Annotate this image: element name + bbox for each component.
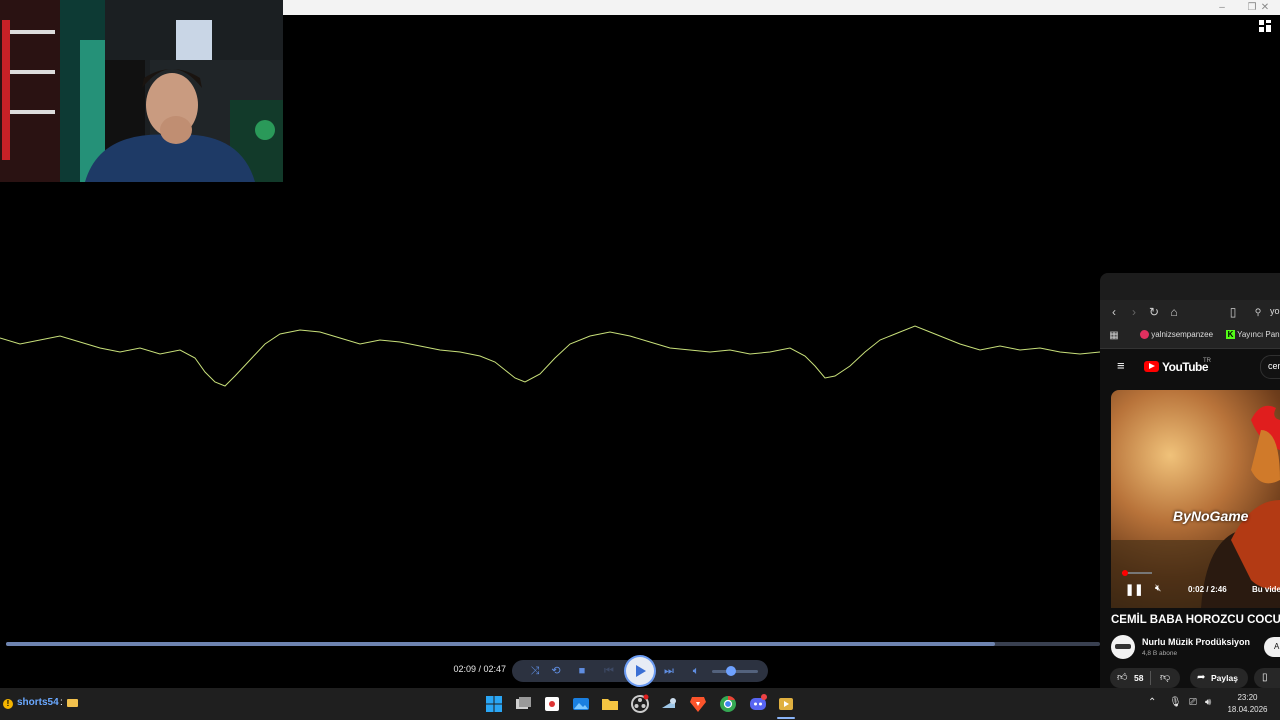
photos-icon[interactable] <box>571 694 591 714</box>
region-code: TR <box>1203 358 1211 364</box>
share-label: Paylaş <box>1211 673 1238 683</box>
video-actions: 👍︎ 58 👎︎ ➦ Paylaş ▯ <box>1110 668 1280 688</box>
home-icon[interactable]: ⌂ <box>1166 304 1182 320</box>
volume-slider-knob[interactable] <box>726 666 736 676</box>
speaker-icon[interactable]: 🔊︎ <box>1205 697 1211 708</box>
address-bar[interactable]: yo <box>1270 306 1280 316</box>
video-frame <box>1111 405 1280 608</box>
share-button[interactable]: ➦ Paylaş <box>1190 668 1248 688</box>
steam-icon[interactable] <box>659 694 679 714</box>
snipping-tool-icon[interactable] <box>542 694 562 714</box>
like-count: 58 <box>1134 673 1144 683</box>
clock-date[interactable]: 18.04.2026 <box>1225 705 1270 714</box>
brave-icon[interactable] <box>688 694 708 714</box>
video-overlay-text: Bu video <box>1252 585 1280 594</box>
task-view-icon[interactable] <box>513 694 533 714</box>
stop-icon[interactable]: ■ <box>575 664 589 678</box>
search-input[interactable]: cem <box>1260 355 1280 379</box>
reload-icon[interactable]: ↻ <box>1146 304 1162 320</box>
like-dislike-group: 👍︎ 58 👎︎ <box>1110 668 1180 688</box>
repeat-icon[interactable]: ⟲ <box>549 664 563 678</box>
discord-icon[interactable] <box>748 694 768 714</box>
like-icon[interactable]: 👍︎ <box>1117 668 1127 688</box>
bookmark-icon[interactable]: ▯ <box>1225 304 1241 320</box>
video-title: CEMİL BABA HOROZCU COCUĞ <box>1111 614 1280 626</box>
channel-name[interactable]: Nurlu Müzik Prodüksiyon <box>1142 637 1250 647</box>
browser-window: ‹ › ↻ ⌂ ▯ ⚲ yo ▦ yalnizsempanzee K Yayın… <box>1100 273 1280 688</box>
video-progress-knob[interactable] <box>1122 570 1128 576</box>
bookmarks-bar: ▦ yalnizsempanzee K Yayıncı Pan <box>1100 324 1280 349</box>
seek-bar-progress <box>6 642 995 646</box>
close-button[interactable]: ✕ <box>1250 0 1280 15</box>
volume-icon[interactable]: 🔈︎ <box>689 664 703 678</box>
apps-grid-icon[interactable]: ▦ <box>1106 328 1122 344</box>
network-icon[interactable]: ⎚ <box>1189 697 1197 708</box>
seek-bar[interactable] <box>6 642 1100 646</box>
youtube-logo-text[interactable]: YouTube <box>1162 360 1209 374</box>
file-explorer-icon[interactable] <box>600 694 620 714</box>
pause-icon[interactable]: ❚❚ <box>1125 583 1143 596</box>
browser-tab-strip <box>1100 273 1280 300</box>
microphone-icon[interactable]: 🎙︎ <box>1169 697 1182 708</box>
audio-waveform <box>0 325 1100 387</box>
obs-studio-icon[interactable] <box>630 694 650 714</box>
window-titlebar: – ❐ ✕ <box>283 0 1280 15</box>
previous-icon[interactable]: ⏮ <box>602 664 616 678</box>
bookmark-label: Yayıncı Pan <box>1237 330 1280 339</box>
hamburger-menu-icon[interactable]: ≡ <box>1117 358 1125 373</box>
video-player[interactable]: ByNoGame ❚❚ 🔇︎ 0:02 / 2:46 Bu video <box>1111 390 1280 608</box>
share-icon: ➦ <box>1197 672 1206 683</box>
next-icon[interactable]: ⏭ <box>662 664 676 678</box>
taskbar: ! shorts54 : ⌃ 🎙︎ ⎚ 🔊︎ 23:20 18.04.2026 <box>0 688 1280 720</box>
shuffle-icon[interactable]: ⤨ <box>528 664 542 678</box>
active-app-indicator <box>777 717 795 719</box>
search-input-text: cem <box>1268 361 1280 371</box>
youtube-icon <box>1140 330 1149 340</box>
channel-avatar[interactable] <box>1111 635 1135 659</box>
bookmark-item-2[interactable]: K Yayıncı Pan <box>1226 330 1280 340</box>
kick-icon: K <box>1226 330 1235 340</box>
youtube-logo-icon[interactable] <box>1144 361 1159 372</box>
youtube-header: ≡ YouTube TR cem <box>1100 349 1280 383</box>
windows-start-icon[interactable] <box>484 694 504 714</box>
save-icon: ▯ <box>1262 672 1268 683</box>
taskbar-label: shorts54 <box>17 697 59 708</box>
taskbar-separator: : <box>60 697 63 708</box>
site-settings-icon[interactable]: ⚲ <box>1250 304 1266 320</box>
bookmark-item-1[interactable]: yalnizsempanzee <box>1140 330 1214 340</box>
video-progress-track[interactable] <box>1122 570 1152 576</box>
media-player-icon[interactable] <box>776 694 796 714</box>
playback-time: 02:09 / 02:47 <box>453 664 506 674</box>
folder-icon[interactable] <box>67 699 78 707</box>
save-button[interactable]: ▯ <box>1254 668 1280 688</box>
show-hidden-icons[interactable]: ⌃ <box>1148 697 1156 708</box>
webcam-overlay <box>0 0 283 182</box>
back-icon[interactable]: ‹ <box>1106 304 1122 320</box>
forward-icon[interactable]: › <box>1126 304 1142 320</box>
warning-icon: ! <box>3 699 13 709</box>
minimize-button[interactable]: – <box>1207 0 1237 15</box>
mute-icon[interactable]: 🔇︎ <box>1155 583 1161 594</box>
webcam-image <box>0 0 283 182</box>
divider <box>1150 671 1151 685</box>
layout-grid-icon[interactable] <box>1258 19 1272 33</box>
video-watermark: ByNoGame <box>1173 508 1249 524</box>
bookmark-label: yalnizsempanzee <box>1151 330 1214 339</box>
browser-toolbar: ‹ › ↻ ⌂ ▯ ⚲ yo <box>1100 300 1280 324</box>
chrome-icon[interactable] <box>718 694 738 714</box>
play-icon <box>636 665 646 677</box>
play-button[interactable] <box>626 657 654 685</box>
subscribe-button[interactable]: A <box>1264 637 1280 657</box>
subscriber-count: 4,8 B abone <box>1142 650 1178 657</box>
channel-row: Nurlu Müzik Prodüksiyon 4,8 B abone A <box>1111 634 1280 662</box>
video-time: 0:02 / 2:46 <box>1188 585 1227 594</box>
dislike-icon[interactable]: 👎︎ <box>1160 668 1170 688</box>
clock-time[interactable]: 23:20 <box>1225 693 1270 702</box>
